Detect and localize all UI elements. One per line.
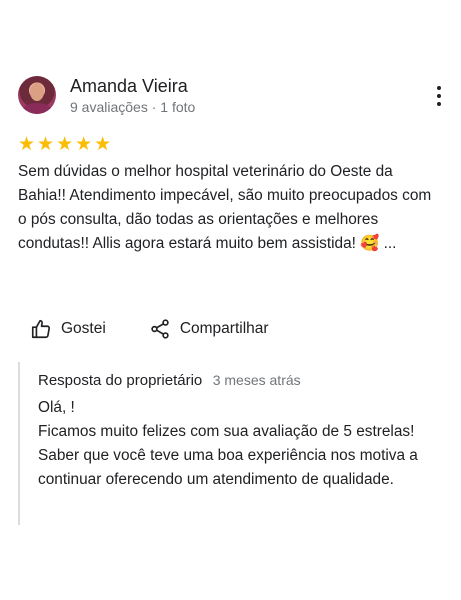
avatar[interactable]: [18, 76, 56, 114]
more-dot: [437, 86, 441, 90]
share-icon: [151, 319, 169, 339]
reviewer-name[interactable]: Amanda Vieira: [70, 76, 188, 97]
more-vert-icon[interactable]: [435, 86, 443, 106]
thumb-up-icon: [31, 319, 51, 339]
owner-reply-text: Olá, ! Ficamos muito felizes com sua ava…: [38, 399, 418, 488]
like-label: Gostei: [61, 320, 106, 337]
review-card: Amanda Vieira 9 avaliações · 1 foto ★★★★…: [0, 0, 461, 600]
owner-reply: Resposta do proprietário 3 meses atrás O…: [18, 362, 432, 525]
owner-reply-header: Resposta do proprietário 3 meses atrás: [38, 372, 301, 390]
review-text: Sem dúvidas o melhor hospital veterinári…: [18, 163, 432, 252]
share-button[interactable]: Compartilhar: [149, 318, 269, 340]
owner-reply-date: 3 meses atrás: [212, 372, 301, 388]
review-header: Amanda Vieira 9 avaliações · 1 foto: [18, 74, 443, 118]
avatar-shirt: [22, 103, 52, 114]
more-dot: [437, 102, 441, 106]
share-label: Compartilhar: [179, 320, 269, 337]
more-dot: [437, 94, 441, 98]
review-actions: Gostei Compartilhar: [30, 313, 269, 345]
like-button[interactable]: Gostei: [30, 318, 106, 340]
reviewer-meta: 9 avaliações · 1 foto: [70, 99, 196, 115]
owner-reply-title: Resposta do proprietário: [38, 372, 203, 389]
star-rating: ★★★★★: [18, 134, 114, 155]
avatar-face: [30, 83, 44, 101]
